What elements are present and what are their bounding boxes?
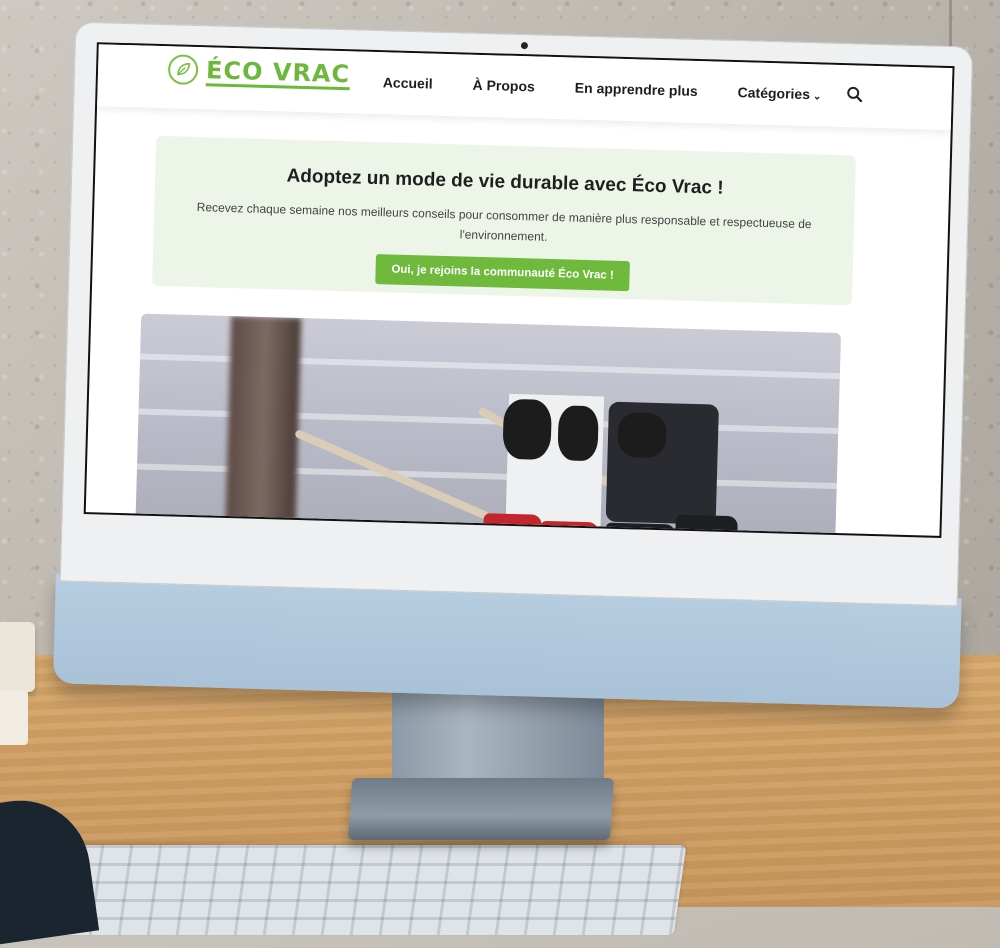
leaf-icon bbox=[167, 54, 199, 86]
hero-image-skateboarders bbox=[134, 313, 842, 538]
desk-object-small bbox=[0, 690, 28, 745]
join-community-button[interactable]: Oui, je rejoins la communauté Éco Vrac ! bbox=[375, 254, 631, 292]
sneaker bbox=[675, 514, 738, 538]
monitor-foot bbox=[347, 778, 615, 840]
sole bbox=[483, 533, 744, 538]
monitor: ÉCO VRAC Accueil À Propos En apprendre p… bbox=[52, 21, 974, 709]
site-logo[interactable]: ÉCO VRAC bbox=[167, 54, 351, 89]
main-nav: Accueil À Propos En apprendre plus Catég… bbox=[383, 74, 862, 103]
banner-text: Recevez chaque semaine nos meilleurs con… bbox=[196, 200, 812, 244]
nav-en-apprendre-plus[interactable]: En apprendre plus bbox=[575, 80, 698, 99]
monitor-bezel: ÉCO VRAC Accueil À Propos En apprendre p… bbox=[59, 21, 974, 607]
keyboard bbox=[33, 845, 687, 935]
logo-text: ÉCO VRAC bbox=[205, 56, 351, 89]
camera-dot bbox=[520, 42, 529, 50]
knee-pad bbox=[502, 398, 553, 461]
chevron-down-icon: ⌄ bbox=[812, 91, 822, 103]
nav-a-propos[interactable]: À Propos bbox=[472, 77, 535, 95]
knee-pad bbox=[617, 411, 667, 459]
sneaker bbox=[483, 513, 542, 537]
sneaker bbox=[605, 522, 676, 538]
nav-accueil[interactable]: Accueil bbox=[383, 74, 433, 91]
blurred-figure bbox=[224, 316, 302, 538]
site-header: ÉCO VRAC Accueil À Propos En apprendre p… bbox=[97, 44, 953, 131]
banner-title: Adoptez un mode de vie durable avec Éco … bbox=[286, 165, 724, 199]
sneaker bbox=[540, 520, 599, 538]
desk-object bbox=[0, 622, 35, 692]
nav-categories-label: Catégories bbox=[737, 84, 811, 103]
newsletter-banner: Adoptez un mode de vie durable avec Éco … bbox=[152, 135, 856, 306]
search-icon[interactable] bbox=[845, 85, 863, 103]
nav-categories[interactable]: Catégories ⌄ bbox=[737, 84, 821, 102]
knee-pad bbox=[557, 405, 599, 462]
browser-viewport: ÉCO VRAC Accueil À Propos En apprendre p… bbox=[83, 42, 955, 538]
